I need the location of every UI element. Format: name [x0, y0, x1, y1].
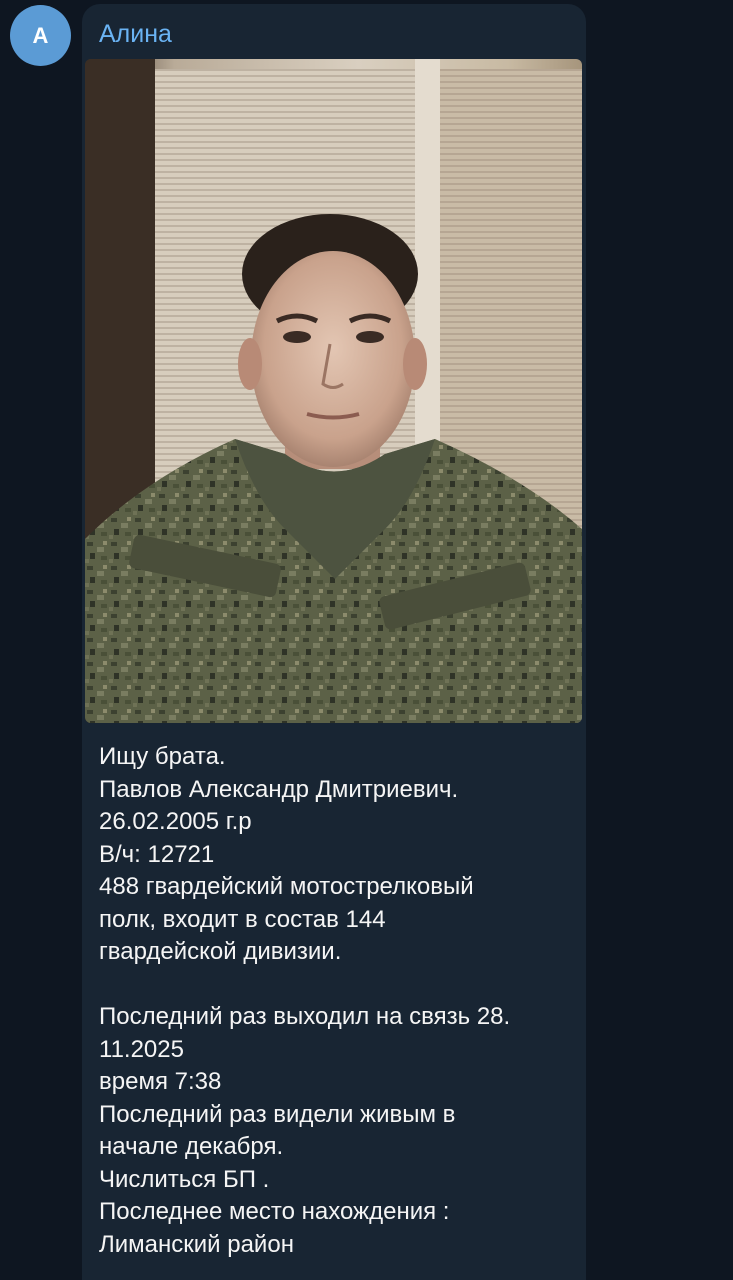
portrait-photo-icon — [85, 59, 582, 723]
message-line: гвардейской дивизии. — [99, 938, 342, 965]
message-line: Ищу брата. — [99, 743, 226, 770]
message-photo[interactable] — [85, 59, 582, 723]
message-line: Последний раз видели живым в — [99, 1100, 456, 1128]
avatar-letter: А — [32, 22, 49, 48]
message-line: Последний раз выходил на связь 28. — [99, 1003, 511, 1030]
sender-name[interactable]: Алина — [99, 20, 172, 49]
message-line: Павлов Александр Дмитриевич. — [99, 775, 459, 803]
message-line: время 7:38 — [99, 1068, 222, 1095]
message-line: В/ч: 12721 — [99, 840, 215, 868]
message-line: Последнее место нахождения : — [99, 1198, 450, 1225]
message-line: 26.02.2005 г.р — [99, 808, 252, 835]
sender-avatar[interactable]: А — [10, 5, 71, 66]
message-line: начале декабря. — [99, 1133, 284, 1160]
chat-screen: А Алина Ищу брата. Павлов Александр Дмит… — [0, 0, 733, 1280]
message-line: Числиться БП . — [99, 1165, 270, 1193]
message-line: полк, входит в состав 144 — [99, 905, 386, 933]
message-line: 11.2025 — [99, 1035, 184, 1063]
message-line: Лиманский район — [99, 1230, 294, 1258]
message-line: 488 гвардейский мотострелковый — [99, 873, 474, 900]
message-text[interactable]: Ищу брата. Павлов Александр Дмитриевич. … — [99, 741, 569, 1261]
message-bubble[interactable]: Алина Ищу брата. Павлов Александр Дмитри… — [82, 4, 586, 1280]
